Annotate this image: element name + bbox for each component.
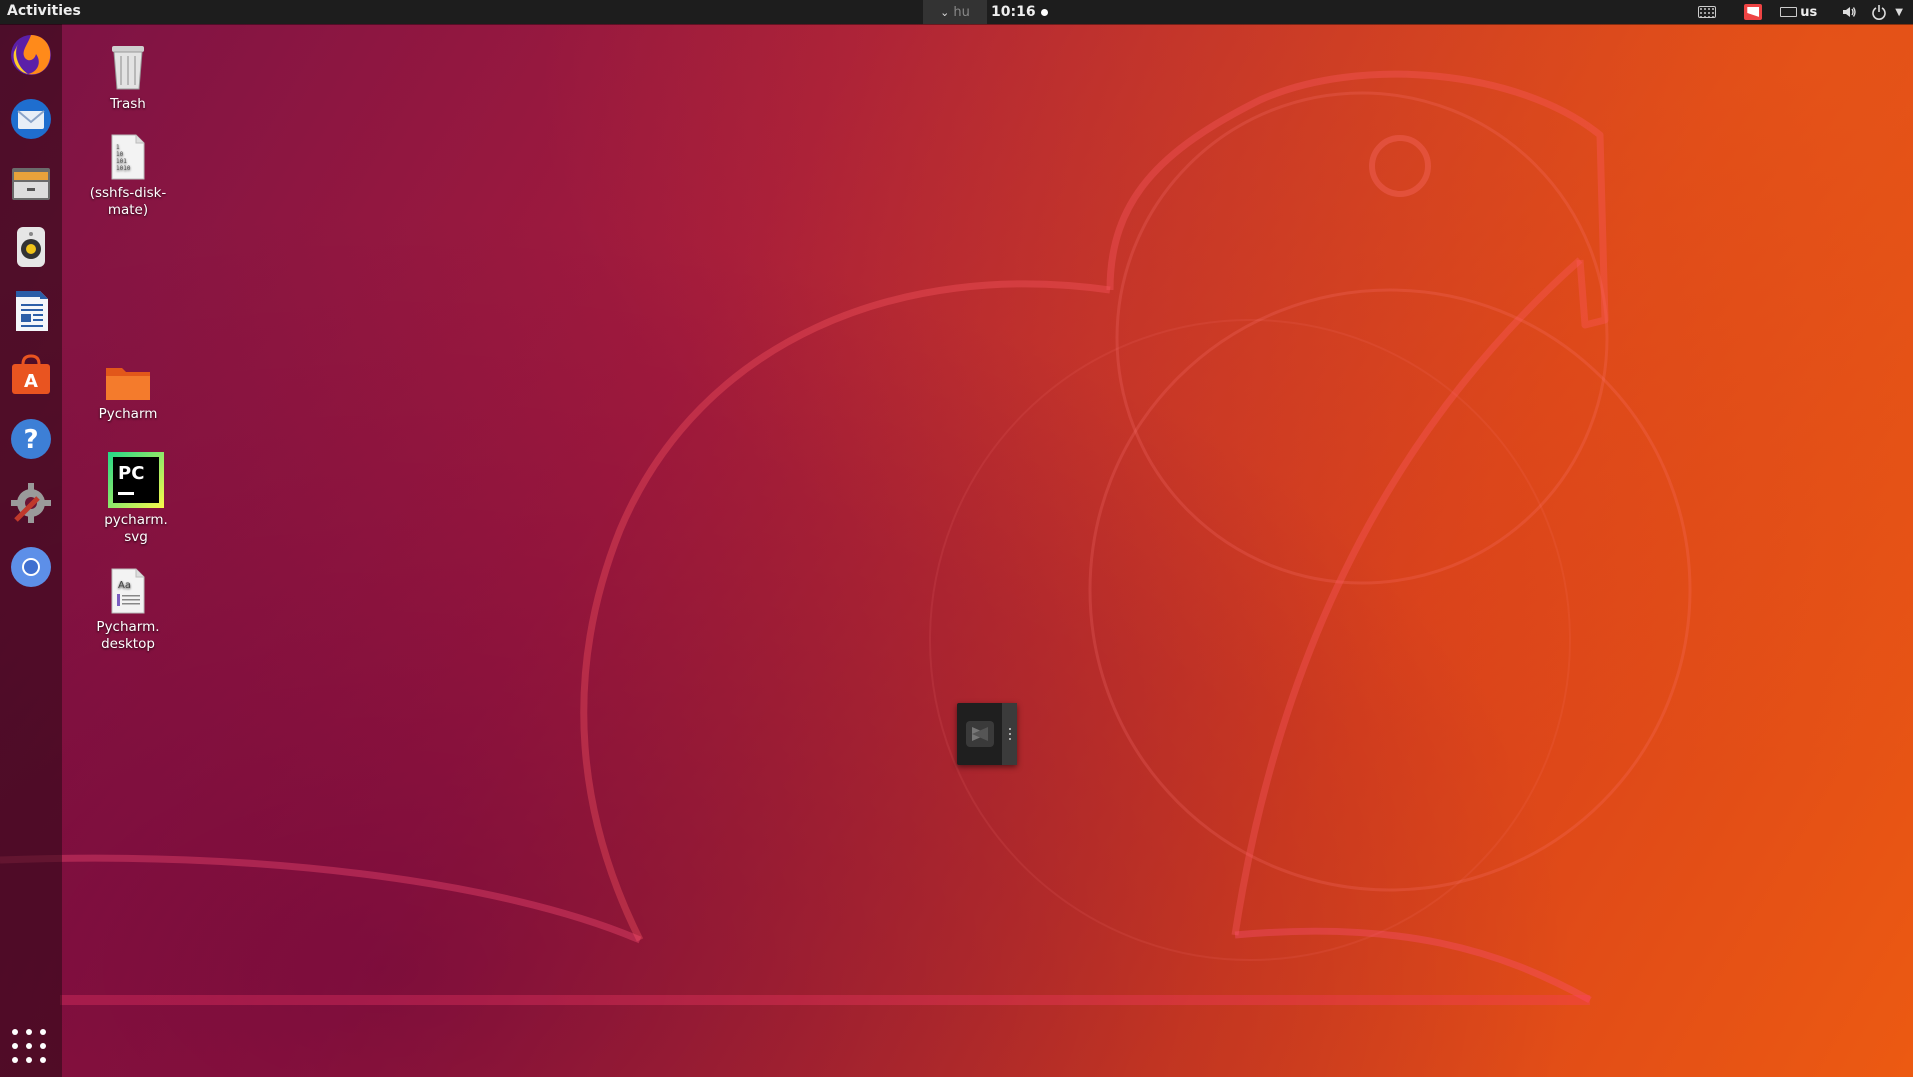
keyboard-icon xyxy=(1698,6,1717,18)
apps-grid-dot xyxy=(12,1043,18,1049)
svg-text:PC: PC xyxy=(118,463,144,484)
dock-item-firefox[interactable] xyxy=(6,30,56,80)
floating-mini-window[interactable] xyxy=(957,703,1017,765)
chevron-down-icon: ⌄ xyxy=(940,5,950,19)
pycharm-icon: PC xyxy=(108,452,164,508)
activities-button[interactable]: Activities xyxy=(7,3,81,19)
dock-item-chromium[interactable] xyxy=(6,542,56,592)
desktop-icon-pycharm-folder[interactable]: Pycharm xyxy=(73,362,183,423)
volume-button[interactable] xyxy=(1841,0,1871,24)
volume-icon xyxy=(1843,7,1856,17)
desktop-icon-label: pycharm.svg xyxy=(104,512,168,545)
dock-item-settings[interactable] xyxy=(6,478,56,528)
software-icon: A xyxy=(12,354,50,394)
svg-text:10: 10 xyxy=(116,151,124,158)
apps-grid-dot xyxy=(40,1029,46,1035)
svg-text:101: 101 xyxy=(116,158,127,165)
svg-text:Aa: Aa xyxy=(118,580,131,591)
binary-file-icon: 1 10 101 1010 xyxy=(111,134,145,180)
desktop-icon-trash[interactable]: Trash xyxy=(73,42,183,113)
dock-item-help[interactable]: ? xyxy=(6,414,56,464)
input-source-label: hu xyxy=(953,4,970,20)
app-logo-icon xyxy=(966,721,994,747)
desktop-icon-sshfs-disk-mate[interactable]: 1 10 101 1010 (sshfs-disk-mate) xyxy=(73,133,183,219)
apps-grid-dot xyxy=(12,1057,18,1063)
settings-icon xyxy=(11,483,51,523)
desktop-icon-label: Pycharm.desktop xyxy=(96,619,160,652)
power-menu-button[interactable]: ▼ xyxy=(1871,0,1903,24)
apps-grid-dot xyxy=(26,1043,32,1049)
apps-grid-icon xyxy=(12,1029,18,1035)
dock-item-writer[interactable] xyxy=(6,286,56,336)
rhythmbox-icon xyxy=(17,227,45,267)
trash-icon xyxy=(112,46,144,90)
menu-arrow-icon: ▼ xyxy=(1895,6,1903,18)
chromium-icon xyxy=(11,547,51,587)
files-icon xyxy=(12,168,50,200)
wallpaper-shading xyxy=(0,0,1913,1077)
keyboard-layout-button[interactable]: us xyxy=(1780,0,1817,24)
apps-grid-dot xyxy=(26,1029,32,1035)
apps-grid-dot xyxy=(26,1057,32,1063)
desktop-icon-label: (sshfs-disk-mate) xyxy=(89,185,167,218)
svg-text:1: 1 xyxy=(116,144,120,151)
firefox-icon xyxy=(11,35,51,75)
apps-grid-dot xyxy=(40,1043,46,1049)
clock-area[interactable]: ⌄ hu 10:16 xyxy=(923,0,1048,24)
writer-icon xyxy=(16,291,48,331)
power-icon xyxy=(1872,5,1887,20)
svg-text:1010: 1010 xyxy=(116,165,131,172)
screenshot-flag-icon xyxy=(1744,4,1763,20)
input-source-indicator[interactable]: ⌄ hu xyxy=(923,0,987,24)
top-bar: Activities ⌄ hu 10:16 us ▼ xyxy=(0,0,1913,24)
screenshot-tool-button[interactable] xyxy=(1744,0,1780,24)
svg-text:A: A xyxy=(24,371,38,392)
clock-text[interactable]: 10:16 xyxy=(991,4,1036,20)
drag-handle[interactable] xyxy=(1002,703,1017,765)
desktop-icon-pycharm-svg[interactable]: PC pycharm.svg xyxy=(81,452,191,546)
dock-item-rhythmbox[interactable] xyxy=(6,222,56,272)
wallpaper-bird-art xyxy=(0,70,1692,1005)
thunderbird-icon xyxy=(11,99,51,139)
keyboard-button[interactable] xyxy=(1698,0,1744,24)
keyboard-layout-icon xyxy=(1780,7,1798,17)
desktop-icon-label: Pycharm xyxy=(98,406,158,422)
svg-text:?: ? xyxy=(23,425,38,455)
apps-grid-dot xyxy=(40,1057,46,1063)
drag-dots-icon xyxy=(1009,728,1011,740)
language-label: us xyxy=(1800,4,1818,20)
dock: A ? xyxy=(0,24,62,1077)
folder-icon xyxy=(106,368,150,400)
dock-item-thunderbird[interactable] xyxy=(6,94,56,144)
font-file-icon: Aa xyxy=(111,568,145,614)
dock-item-files[interactable] xyxy=(6,158,56,208)
notification-dot-icon xyxy=(1040,8,1048,16)
help-icon: ? xyxy=(11,419,51,459)
desktop-icon-label: Trash xyxy=(110,96,146,112)
dock-item-software[interactable]: A xyxy=(6,350,56,400)
desktop-icon-pycharm-desktop[interactable]: Aa Pycharm.desktop xyxy=(73,567,183,653)
system-tray: us ▼ xyxy=(1698,0,1903,24)
play-logo-icon xyxy=(972,727,988,741)
show-applications-button[interactable] xyxy=(12,1029,48,1065)
